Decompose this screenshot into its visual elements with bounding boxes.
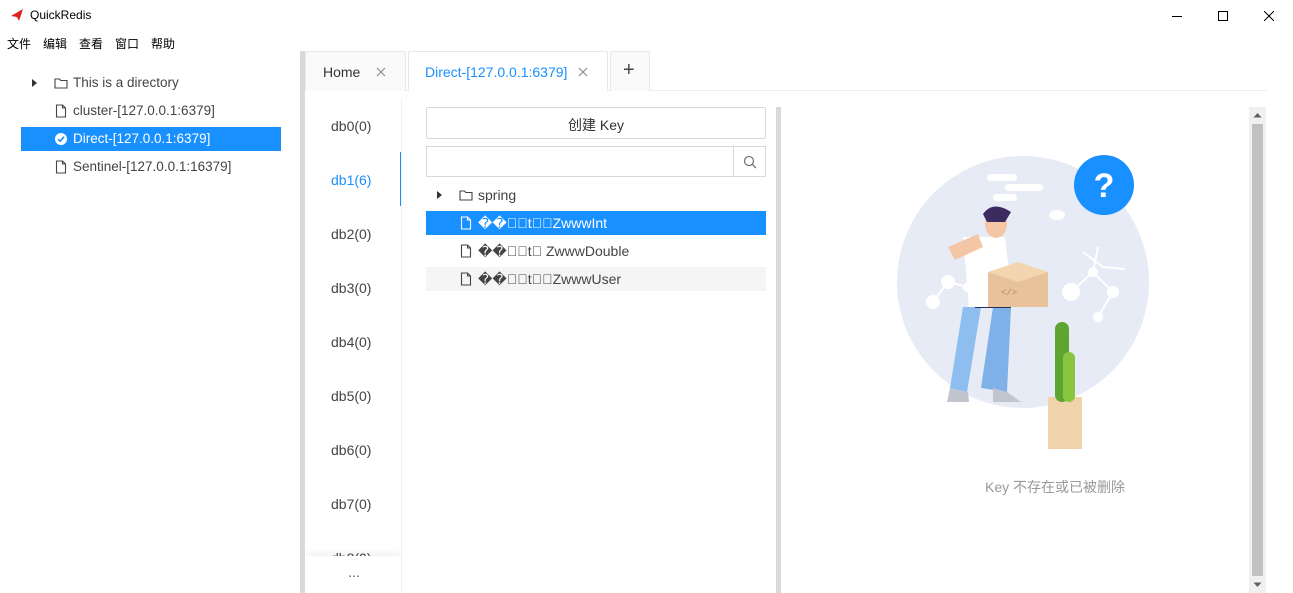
file-icon (55, 160, 67, 174)
plus-icon: + (623, 59, 635, 81)
title-bar: QuickRedis (0, 0, 1293, 31)
db-item[interactable]: db5(0) (306, 368, 401, 422)
menu-file[interactable]: 文件 (7, 35, 31, 52)
caret-right-icon[interactable] (29, 78, 39, 88)
file-icon (55, 104, 67, 118)
detail-scrollbar[interactable] (1249, 107, 1266, 593)
menu-window[interactable]: 窗口 (115, 35, 139, 52)
db-item[interactable]: db0(0) (306, 98, 401, 152)
db-item[interactable]: db6(0) (306, 422, 401, 476)
db-item[interactable]: db4(0) (306, 314, 401, 368)
file-icon (460, 216, 472, 230)
create-key-button[interactable]: 创建 Key (426, 107, 766, 139)
left-splitter[interactable] (300, 51, 305, 593)
db-item-active[interactable]: db1(6) (306, 152, 401, 206)
tree-item-sentinel[interactable]: Sentinel-[127.0.0.1:16379] (21, 155, 281, 179)
tree-item-label: Sentinel-[127.0.0.1:16379] (73, 159, 232, 174)
app-title: QuickRedis (30, 8, 92, 22)
close-tab-icon[interactable] (376, 67, 386, 77)
tree-item-direct[interactable]: Direct-[127.0.0.1:6379] (21, 127, 281, 151)
key-folder-row[interactable]: spring (426, 183, 766, 207)
add-tab-button[interactable]: + (610, 51, 650, 91)
search-input[interactable] (427, 147, 733, 176)
maximize-icon (1218, 10, 1228, 21)
svg-text:</>: </> (1001, 288, 1017, 298)
app-logo-icon (11, 9, 23, 21)
tabs-bar: Home Direct-[127.0.0.1:6379] + (305, 51, 1267, 91)
key-panel: 创建 Key spring �� t ZwwwInt �� t  Zwww… (426, 107, 766, 593)
tab-home[interactable]: Home (305, 51, 406, 91)
empty-state-text: Key 不存在或已被删除 (984, 479, 1125, 495)
scroll-up-icon[interactable] (1253, 111, 1262, 120)
caret-right-icon[interactable] (434, 190, 444, 200)
tab-direct[interactable]: Direct-[127.0.0.1:6379] (408, 51, 608, 91)
check-circle-icon (55, 133, 67, 145)
close-tab-icon[interactable] (578, 67, 588, 77)
tree-item-directory[interactable]: This is a directory (21, 71, 281, 95)
tree-item-label: Direct-[127.0.0.1:6379] (73, 131, 211, 146)
tab-label: Direct-[127.0.0.1:6379] (425, 64, 568, 80)
menu-edit[interactable]: 编辑 (43, 35, 67, 52)
search-icon (743, 155, 756, 168)
maximize-button[interactable] (1200, 0, 1246, 31)
empty-state-illustration: ? </> (897, 155, 1149, 449)
file-icon (460, 244, 472, 258)
file-icon (460, 272, 472, 286)
svg-text:?: ? (1094, 167, 1115, 205)
search-button[interactable] (733, 147, 765, 176)
menu-view[interactable]: 查看 (79, 35, 103, 52)
scrollbar-thumb[interactable] (1252, 124, 1263, 576)
db-list: db0(0) db1(6) db2(0) db3(0) db4(0) db5(0… (306, 98, 402, 593)
key-detail-panel: ? </> Key 不存在或已被删除 (781, 107, 1249, 593)
db-item[interactable]: db7(0) (306, 476, 401, 530)
scroll-down-icon[interactable] (1253, 580, 1262, 589)
db-item[interactable]: db3(0) (306, 260, 401, 314)
minimize-button[interactable] (1154, 0, 1200, 31)
key-label: �� t ZwwwInt (478, 215, 608, 231)
tree-item-label: cluster-[127.0.0.1:6379] (73, 103, 215, 118)
close-icon (1264, 10, 1274, 21)
minimize-icon (1172, 15, 1182, 17)
db-item[interactable]: db2(0) (306, 206, 401, 260)
key-row-selected[interactable]: �� t ZwwwInt (426, 211, 766, 235)
db-more-button[interactable]: ... (306, 556, 401, 593)
folder-icon (54, 78, 68, 89)
tab-label: Home (323, 64, 361, 80)
connection-tree: This is a directory cluster-[127.0.0.1:6… (0, 55, 300, 593)
key-row-hover[interactable]: �� t ZwwwUser (426, 267, 766, 291)
key-label: spring (478, 187, 517, 203)
close-window-button[interactable] (1246, 0, 1292, 31)
key-label: �� t ZwwwUser (478, 271, 622, 287)
menu-help[interactable]: 帮助 (151, 35, 175, 52)
search-box (426, 146, 766, 177)
menu-bar: 文件 编辑 查看 窗口 帮助 (0, 31, 1293, 53)
key-label: �� t  ZwwwDouble (478, 243, 630, 259)
tree-item-cluster[interactable]: cluster-[127.0.0.1:6379] (21, 99, 281, 123)
folder-icon (459, 190, 473, 201)
tree-item-label: This is a directory (73, 75, 179, 90)
key-row[interactable]: �� t  ZwwwDouble (426, 239, 766, 263)
